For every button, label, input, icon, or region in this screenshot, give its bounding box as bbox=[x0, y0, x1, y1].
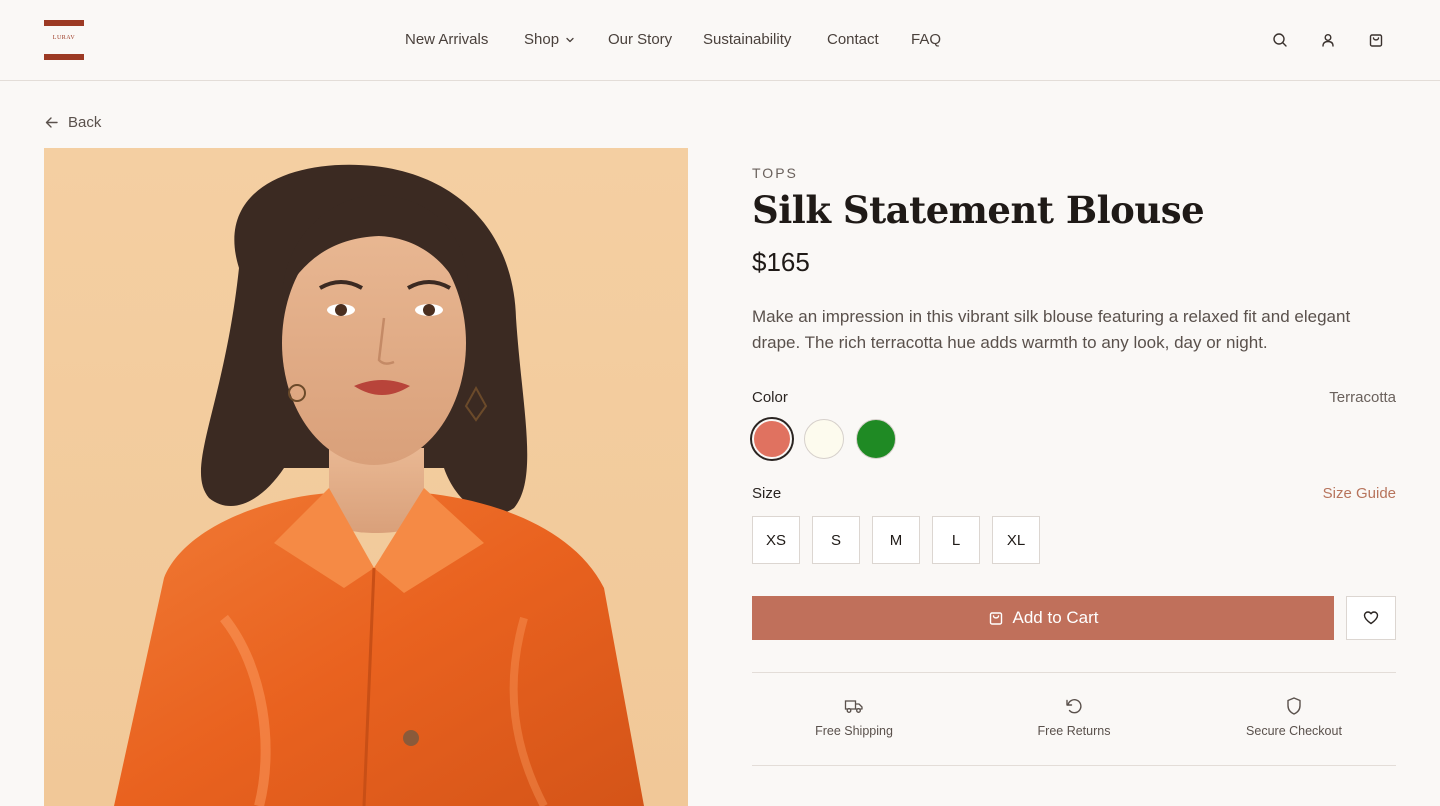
nav-contact[interactable]: Contact bbox=[827, 30, 879, 50]
chevron-down-icon bbox=[566, 37, 574, 43]
feature-free-returns: Free Returns bbox=[974, 696, 1174, 738]
brand-logo[interactable]: LURAV bbox=[44, 20, 84, 60]
logo-bottom-bar bbox=[44, 54, 84, 60]
truck-icon bbox=[754, 696, 954, 716]
divider-bottom bbox=[752, 765, 1396, 766]
nav-faq[interactable]: FAQ bbox=[911, 30, 941, 50]
product-category: TOPS bbox=[752, 165, 798, 181]
shopping-bag-icon[interactable] bbox=[1366, 30, 1386, 50]
size-option-xl[interactable]: XL bbox=[992, 516, 1040, 564]
selected-color-name: Terracotta bbox=[1329, 389, 1396, 406]
heart-icon bbox=[1363, 611, 1379, 625]
color-swatch-terracotta[interactable] bbox=[752, 419, 792, 459]
product-price: $165 bbox=[752, 247, 810, 277]
product-title: Silk Statement Blouse bbox=[752, 188, 1205, 232]
site-header: LURAV New Arrivals Shop Our Story Sustai… bbox=[0, 0, 1440, 81]
size-label: Size bbox=[752, 485, 782, 502]
logo-text: LURAV bbox=[52, 35, 76, 41]
color-swatch-ivory[interactable] bbox=[804, 419, 844, 459]
feature-label: Secure Checkout bbox=[1246, 724, 1342, 738]
product-image bbox=[44, 148, 688, 806]
color-swatch-green[interactable] bbox=[856, 419, 896, 459]
nav-sustainability[interactable]: Sustainability bbox=[703, 30, 791, 50]
nav-new-arrivals[interactable]: New Arrivals bbox=[405, 30, 488, 50]
divider-top bbox=[752, 672, 1396, 673]
back-label: Back bbox=[68, 113, 102, 131]
back-link[interactable]: Back bbox=[44, 112, 101, 132]
size-option-s[interactable]: S bbox=[812, 516, 860, 564]
wishlist-button[interactable] bbox=[1346, 596, 1396, 640]
feature-label: Free Shipping bbox=[815, 724, 893, 738]
size-guide-link[interactable]: Size Guide bbox=[1323, 485, 1396, 502]
search-icon[interactable] bbox=[1270, 30, 1290, 50]
rotate-ccw-icon bbox=[974, 696, 1174, 716]
feature-secure-checkout: Secure Checkout bbox=[1194, 696, 1394, 738]
add-to-cart-button[interactable]: Add to Cart bbox=[752, 596, 1334, 640]
model-photo bbox=[114, 164, 644, 806]
user-icon[interactable] bbox=[1318, 30, 1338, 50]
logo-top-bar bbox=[44, 20, 84, 26]
add-to-cart-label: Add to Cart bbox=[1012, 608, 1099, 627]
nav-shop[interactable]: Shop bbox=[524, 30, 575, 50]
arrow-left-icon bbox=[45, 116, 58, 128]
shopping-bag-icon bbox=[989, 612, 1002, 625]
size-option-l[interactable]: L bbox=[932, 516, 980, 564]
shield-icon bbox=[1194, 696, 1394, 716]
product-description: Make an impression in this vibrant silk … bbox=[752, 307, 1351, 352]
feature-free-shipping: Free Shipping bbox=[754, 696, 954, 738]
nav-shop-label: Shop bbox=[524, 31, 560, 48]
size-option-xs[interactable]: XS bbox=[752, 516, 800, 564]
feature-label: Free Returns bbox=[1037, 724, 1111, 738]
color-label: Color bbox=[752, 389, 788, 406]
nav-our-story[interactable]: Our Story bbox=[608, 30, 672, 50]
size-option-m[interactable]: M bbox=[872, 516, 920, 564]
